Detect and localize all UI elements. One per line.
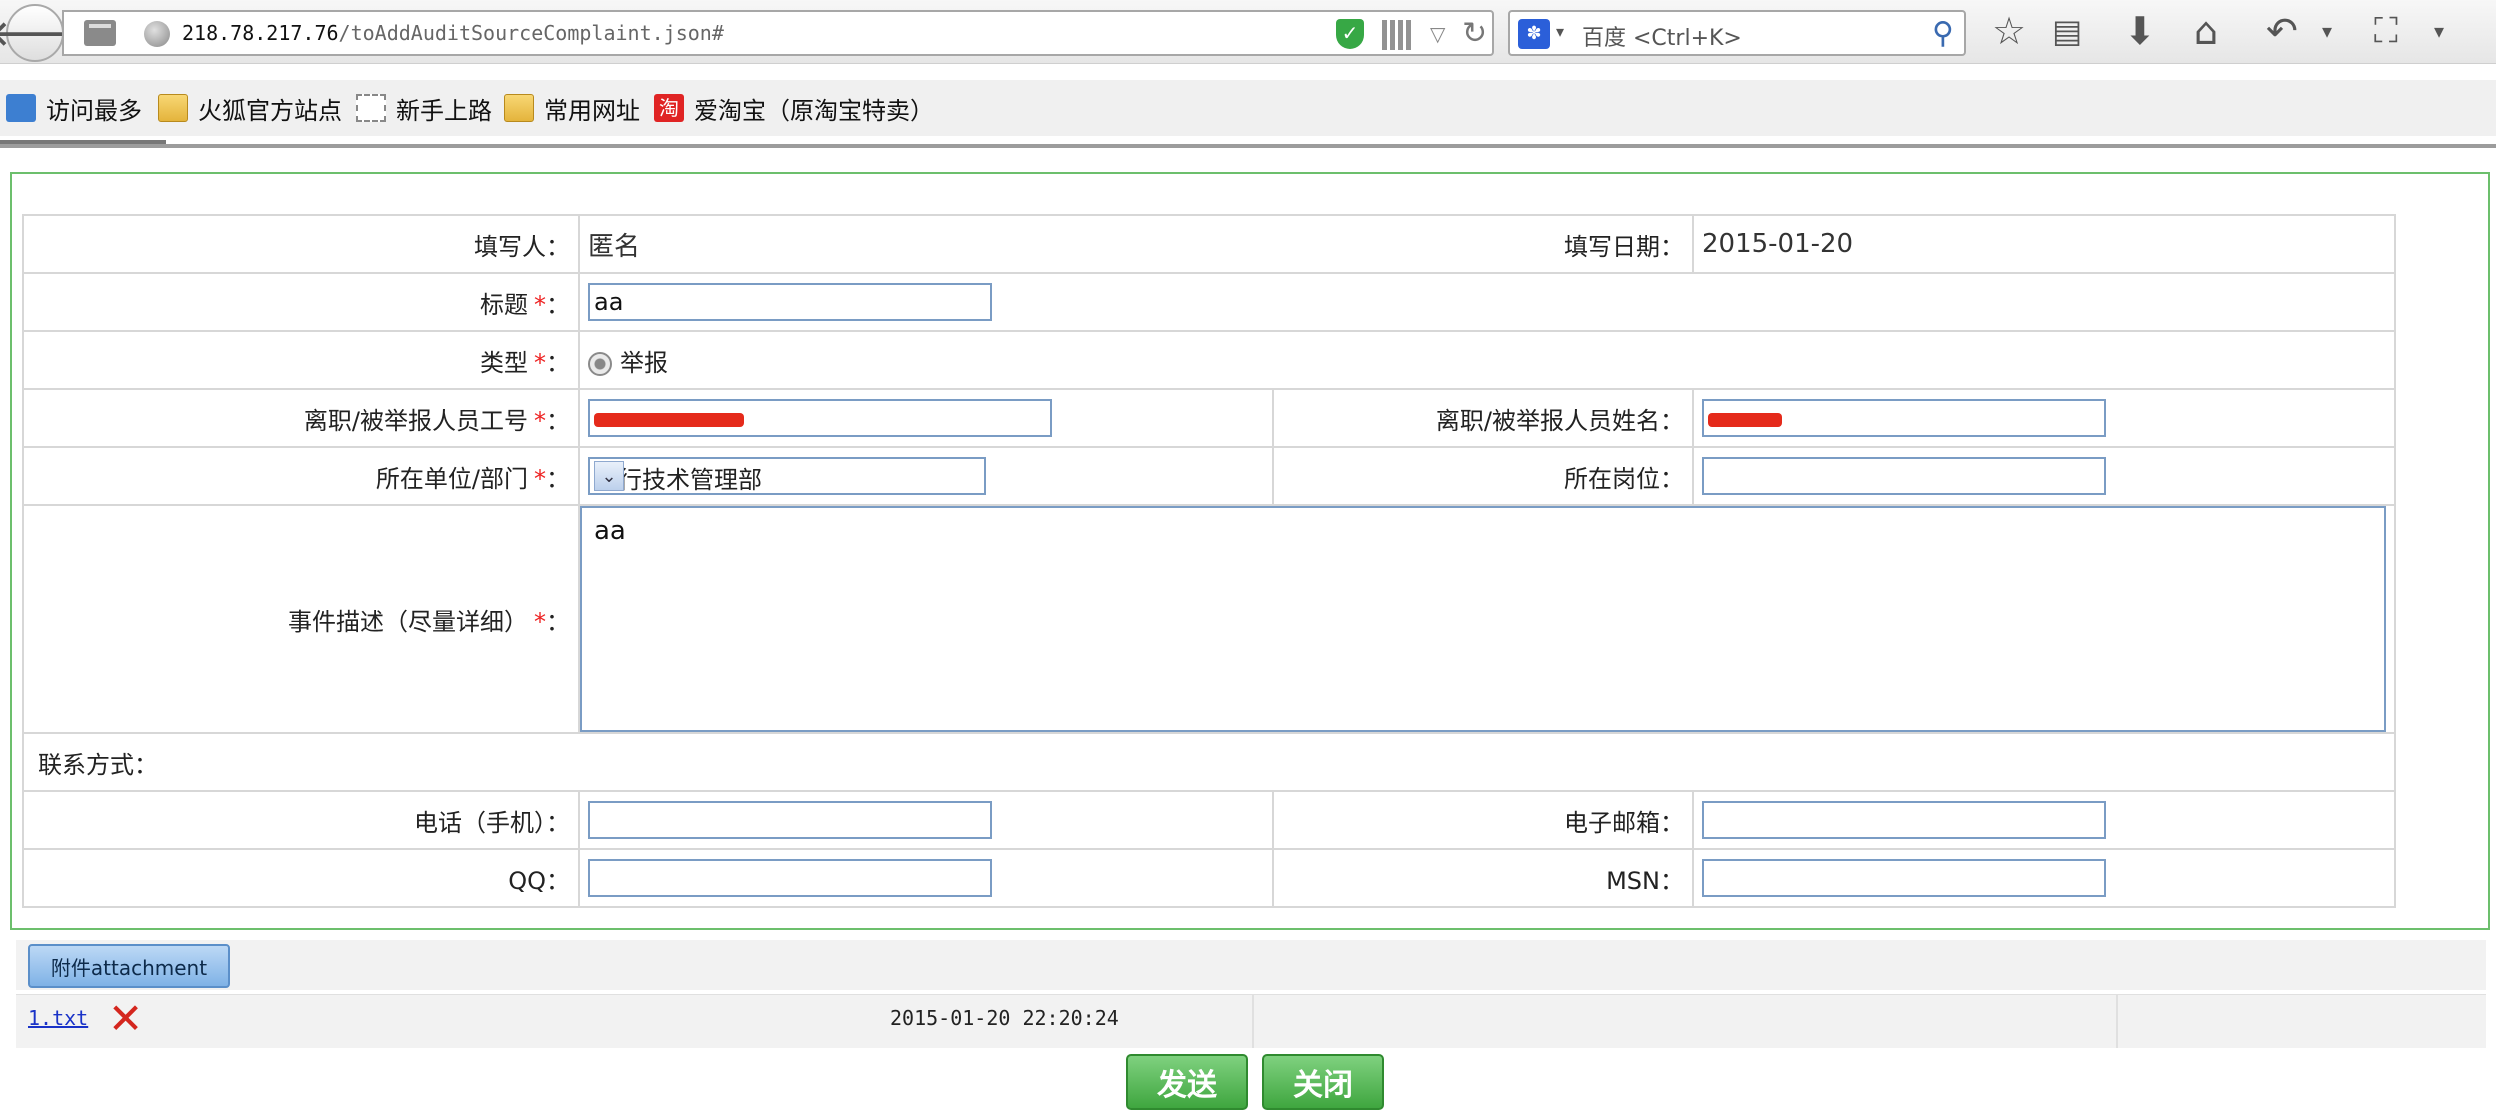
bookmark-common-sites[interactable]: 常用网址 — [504, 88, 640, 128]
search-engine-dropdown-icon[interactable]: ▾ — [1556, 22, 1564, 41]
attachment-header-bar — [16, 940, 2486, 990]
email-input[interactable] — [1702, 801, 2106, 839]
home-icon[interactable]: ⌂ — [2194, 8, 2218, 54]
browser-navbar: 🡐 218.78.217.76/toAddAuditSourceComplain… — [0, 0, 2496, 64]
required-mark: * — [534, 464, 546, 493]
close-button[interactable]: 关闭 — [1262, 1054, 1384, 1110]
taobao-icon: 淘 — [654, 94, 684, 122]
employee-name-input[interactable] — [1702, 399, 2106, 437]
search-bar[interactable]: ✽ ▾ 百度 <Ctrl+K> ⚲ — [1508, 10, 1966, 56]
shield-icon[interactable]: ✓ — [1336, 19, 1364, 49]
msn-input[interactable] — [1702, 859, 2106, 897]
back-button[interactable]: 🡐 — [0, 4, 81, 62]
complaint-form: 填写人： 匿名 填写日期： 2015-01-20 标题 *： aa 类型 *： 举报… — [22, 214, 2396, 908]
folder-icon — [158, 94, 188, 122]
filler-label: 填写人： — [474, 232, 570, 261]
globe-icon — [144, 21, 170, 47]
title-input[interactable]: aa — [588, 283, 992, 321]
bookmark-aitaobao[interactable]: 淘爱淘宝（原淘宝特卖） — [654, 88, 934, 128]
url-text[interactable]: 218.78.217.76/toAddAuditSourceComplaint.… — [182, 21, 724, 45]
qr-code-icon[interactable] — [1382, 20, 1412, 50]
employee-name-label: 离职/被举报人员姓名： — [1435, 406, 1684, 435]
bookmark-most-visited[interactable]: 访问最多 — [6, 88, 142, 128]
date-label: 填写日期： — [1564, 232, 1684, 261]
description-label: 事件描述（尽量详细） — [288, 607, 528, 636]
bookmarks-list-icon[interactable]: ▤ — [2052, 8, 2082, 54]
required-mark: * — [534, 290, 546, 319]
post-label: 所在岗位： — [1564, 464, 1684, 493]
filler-value: 匿名 — [588, 231, 641, 262]
delete-icon[interactable]: ✕ — [108, 998, 143, 1040]
chrome-separator — [0, 144, 2496, 148]
form-row-employee: 离职/被举报人员工号 *： 离职/被举报人员姓名： — [22, 388, 2396, 448]
qq-input[interactable] — [588, 859, 992, 897]
form-row-phone: 电话（手机）： 电子邮箱： — [22, 790, 2396, 850]
description-textarea[interactable]: aa — [580, 506, 2386, 732]
undo-dropdown-icon[interactable]: ▾ — [2322, 8, 2332, 54]
msn-label: MSN： — [1606, 866, 1684, 895]
title-label: 标题 — [480, 290, 528, 319]
chevron-down-icon[interactable]: ⌄ — [594, 461, 624, 491]
required-mark: * — [534, 607, 546, 636]
type-option-label: 举报 — [620, 348, 668, 377]
form-row-title: 标题 *： aa — [22, 272, 2396, 332]
date-value: 2015-01-20 — [1702, 229, 1854, 259]
contact-heading: 联系方式： — [38, 750, 158, 779]
attachment-upload-date: 2015-01-20 22:20:24 — [890, 1006, 1119, 1030]
chrome-tab-marker — [0, 140, 166, 144]
redaction-mark — [594, 413, 744, 427]
most-visited-icon — [6, 94, 36, 122]
magnifier-icon[interactable]: ⚲ — [1932, 16, 1954, 51]
undo-icon[interactable]: ↶ — [2266, 8, 2298, 54]
post-input[interactable] — [1702, 457, 2106, 495]
download-icon[interactable]: ⬇ — [2124, 8, 2156, 54]
employee-id-label: 离职/被举报人员工号 — [303, 406, 528, 435]
attachment-column-divider — [1252, 994, 1254, 1048]
blank-page-icon — [356, 94, 386, 122]
email-label: 电子邮箱： — [1564, 808, 1684, 837]
required-mark: * — [534, 406, 546, 435]
department-label: 所在单位/部门 — [375, 464, 528, 493]
redaction-mark — [1708, 413, 1782, 427]
reload-icon[interactable]: ↻ — [1462, 16, 1487, 51]
bookmark-getting-started[interactable]: 新手上路 — [356, 88, 492, 128]
department-select[interactable]: 飞行技术管理部 ⌄ — [588, 457, 986, 495]
form-row-department: 所在单位/部门 *： 飞行技术管理部 ⌄ 所在岗位： — [22, 446, 2396, 506]
phone-label: 电话（手机）： — [414, 808, 570, 837]
baidu-paw-icon[interactable]: ✽ — [1518, 19, 1550, 49]
menu-dropdown-icon[interactable]: ▾ — [2434, 8, 2444, 54]
crop-icon[interactable]: ⛶ — [2374, 8, 2398, 54]
form-row-contact-heading: 联系方式： — [22, 732, 2396, 792]
url-dropdown-icon[interactable]: ▽ — [1430, 22, 1445, 46]
bookmark-star-icon[interactable]: ☆ — [1992, 8, 2026, 54]
employee-id-input[interactable] — [588, 399, 1052, 437]
type-radio-report[interactable] — [588, 351, 612, 376]
bookmark-firefox-site[interactable]: 火狐官方站点 — [158, 88, 342, 128]
form-row-qq: QQ： MSN： — [22, 848, 2396, 908]
attachment-file-link[interactable]: 1.txt — [28, 1006, 88, 1030]
attachment-tab[interactable]: 附件attachment — [28, 944, 230, 988]
qq-label: QQ： — [508, 866, 570, 895]
search-input[interactable]: 百度 <Ctrl+K> — [1582, 20, 1742, 52]
required-mark: * — [534, 348, 546, 377]
type-label: 类型 — [480, 348, 528, 377]
folder-icon — [504, 94, 534, 122]
form-row-description: 事件描述（尽量详细） *： aa — [22, 504, 2396, 734]
send-button[interactable]: 发送 — [1126, 1054, 1248, 1110]
bookmarks-bar: 访问最多 火狐官方站点 新手上路 常用网址 淘爱淘宝（原淘宝特卖） — [0, 80, 2496, 136]
form-row-type: 类型 *： 举报 — [22, 330, 2396, 390]
form-row-header: 填写人： 匿名 填写日期： 2015-01-20 — [22, 214, 2396, 274]
attachment-column-divider — [2116, 994, 2118, 1048]
page-icon — [84, 20, 116, 46]
url-bar[interactable]: 218.78.217.76/toAddAuditSourceComplaint.… — [62, 10, 1494, 56]
phone-input[interactable] — [588, 801, 992, 839]
